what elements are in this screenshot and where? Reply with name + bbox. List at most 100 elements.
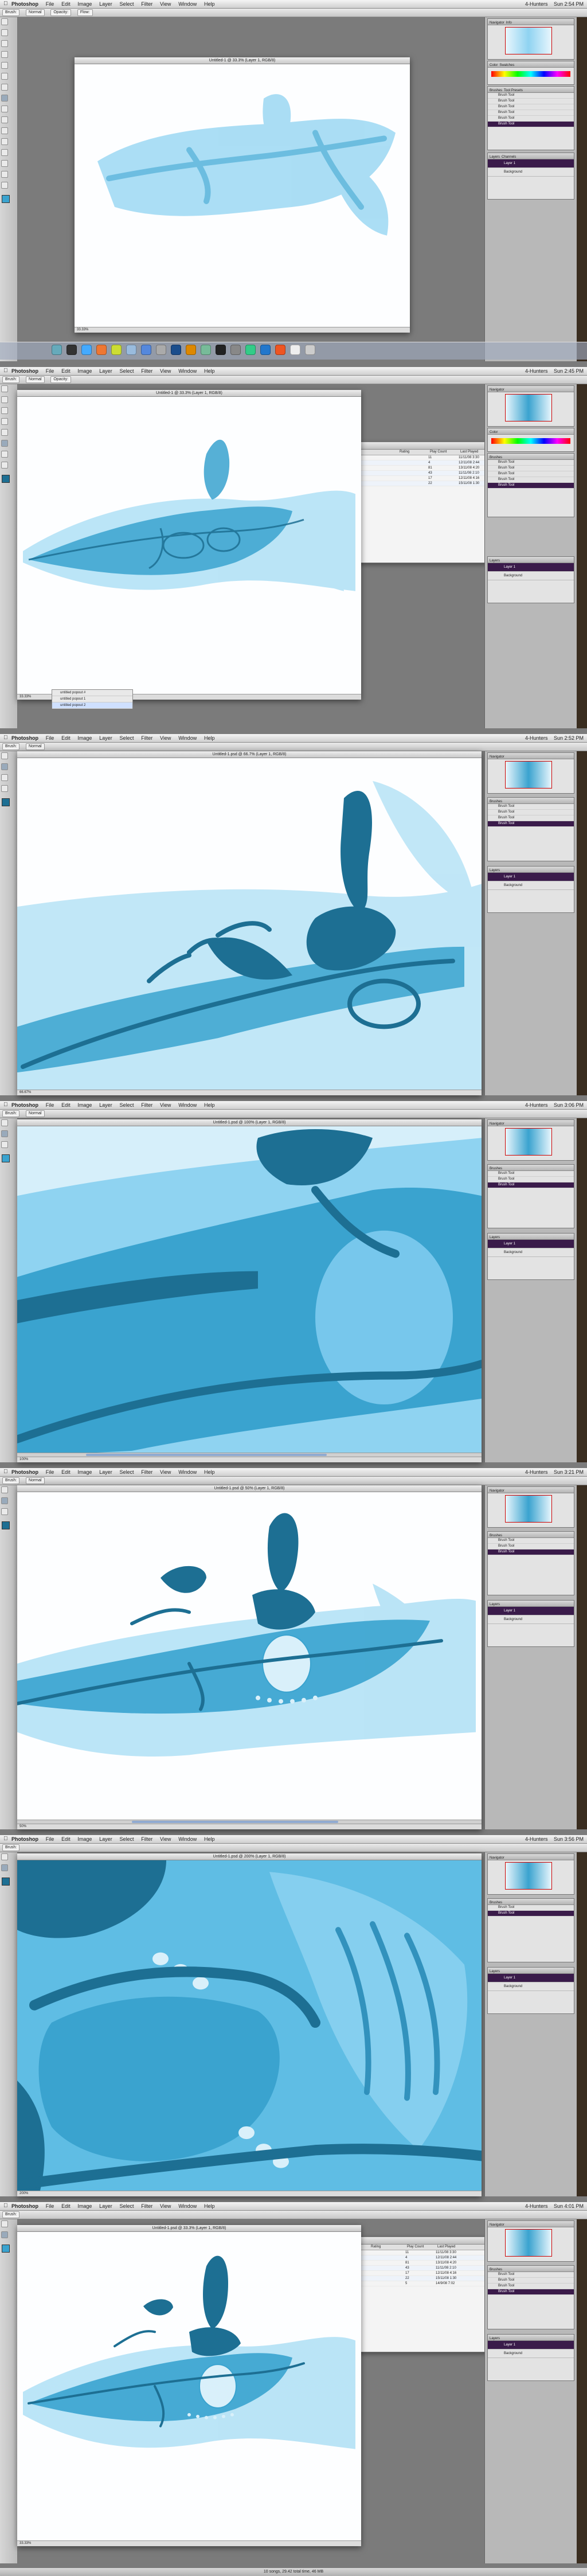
eraser-tool-icon[interactable]: [1, 1508, 8, 1515]
col-last-played[interactable]: Last Played: [436, 2245, 455, 2250]
tab-info[interactable]: Info: [506, 21, 512, 25]
menu-edit[interactable]: Edit: [61, 2203, 71, 2209]
painting-canvas[interactable]: [75, 64, 410, 327]
brush-preset[interactable]: Brush Tool: [488, 110, 574, 116]
menu-image[interactable]: Image: [77, 735, 92, 741]
mode-select[interactable]: Normal: [26, 743, 45, 750]
mode-select[interactable]: Normal: [26, 376, 45, 383]
brush-preset[interactable]: Brush Tool: [488, 2278, 574, 2284]
menu-filter[interactable]: Filter: [141, 735, 152, 741]
safari-icon[interactable]: [81, 345, 92, 355]
menu-filter[interactable]: Filter: [141, 368, 152, 374]
clock[interactable]: Sun 2:52 PM: [554, 735, 584, 741]
mode-select[interactable]: Normal: [26, 1477, 45, 1484]
slice-tool-icon[interactable]: [1, 73, 8, 80]
col-play-count[interactable]: Play Count: [428, 450, 459, 455]
menu-edit[interactable]: Edit: [61, 735, 71, 741]
type-tool-icon[interactable]: [1, 182, 8, 189]
tab-tool-presets[interactable]: Tool Presets: [504, 89, 523, 92]
brush-preset[interactable]: Brush Tool: [488, 477, 574, 483]
brush-preset[interactable]: Brush Tool: [488, 810, 574, 815]
menu-file[interactable]: File: [46, 735, 54, 741]
menu-file[interactable]: File: [46, 1, 54, 7]
tab-layers[interactable]: Layers: [490, 2337, 500, 2340]
horizontal-scrollbar[interactable]: [17, 1820, 482, 1824]
clock[interactable]: Sun 4:01 PM: [554, 2203, 584, 2209]
finder-icon[interactable]: [52, 345, 62, 355]
user-name[interactable]: 4-Hunters: [525, 735, 548, 741]
pen-tool-icon[interactable]: [1, 171, 8, 178]
tab-brushes[interactable]: Brushes: [490, 89, 502, 92]
heal-tool-icon[interactable]: [1, 84, 8, 91]
mode-select[interactable]: Normal: [26, 1110, 45, 1117]
menu-image[interactable]: Image: [77, 368, 92, 374]
navigator-thumbnail[interactable]: [505, 1862, 552, 1890]
menu-view[interactable]: View: [160, 1, 171, 7]
clock[interactable]: Sun 2:45 PM: [554, 368, 584, 374]
tab-brushes[interactable]: Brushes: [490, 1534, 502, 1537]
menu-image[interactable]: Image: [77, 1836, 92, 1842]
move-tool-icon[interactable]: [1, 18, 8, 25]
menu-app[interactable]: Photoshop: [11, 368, 38, 374]
brush-tool-icon[interactable]: [1, 763, 8, 770]
tab-brushes[interactable]: Brushes: [490, 456, 502, 459]
tab-swatches[interactable]: Swatches: [499, 64, 514, 67]
user-name[interactable]: 4-Hunters: [525, 368, 548, 374]
user-name[interactable]: 4-Hunters: [525, 1469, 548, 1475]
tab-navigator[interactable]: Navigator: [490, 21, 504, 25]
navigator-thumbnail[interactable]: [505, 394, 552, 421]
menu-view[interactable]: View: [160, 735, 171, 741]
brush-tool-icon[interactable]: [1, 1497, 8, 1504]
painting-canvas[interactable]: [17, 1492, 482, 1824]
brush-preset-selected[interactable]: Brush Tool: [488, 483, 574, 489]
tab-layers[interactable]: Layers: [490, 559, 500, 563]
brush-tool-icon[interactable]: [1, 95, 8, 102]
brush-preset[interactable]: Brush Tool: [488, 1177, 574, 1182]
tab-brushes[interactable]: Brushes: [490, 2268, 502, 2271]
preferences-icon[interactable]: [230, 345, 241, 355]
opacity-field[interactable]: Opacity:: [50, 376, 72, 383]
app-icon[interactable]: [245, 345, 256, 355]
layer-row[interactable]: Background: [488, 2349, 574, 2358]
menu-window[interactable]: Window: [178, 1836, 197, 1842]
eraser-tool-icon[interactable]: [1, 1141, 8, 1148]
menu-app[interactable]: Photoshop: [11, 2203, 38, 2209]
menu-app[interactable]: Photoshop: [11, 1, 38, 7]
menu-file[interactable]: File: [46, 368, 54, 374]
foreground-color-swatch[interactable]: [2, 1878, 10, 1886]
menu-edit[interactable]: Edit: [61, 1836, 71, 1842]
clock[interactable]: Sun 3:06 PM: [554, 1102, 584, 1108]
brush-preset[interactable]: Brush Tool: [488, 1171, 574, 1177]
layer-row[interactable]: Background: [488, 1615, 574, 1624]
move-tool-icon[interactable]: [1, 385, 8, 392]
layer-row[interactable]: Layer 1: [488, 1974, 574, 1982]
menu-select[interactable]: Select: [119, 735, 134, 741]
brush-tool-icon[interactable]: [1, 1130, 8, 1137]
menu-layer[interactable]: Layer: [99, 368, 112, 374]
layer-row[interactable]: Layer 1: [488, 1240, 574, 1248]
apple-menu-icon[interactable]: : [3, 1102, 8, 1108]
menu-image[interactable]: Image: [77, 1102, 92, 1108]
tab-layers[interactable]: Layers: [490, 869, 500, 872]
menu-file[interactable]: File: [46, 2203, 54, 2209]
menu-select[interactable]: Select: [119, 1, 134, 7]
menu-layer[interactable]: Layer: [99, 1836, 112, 1842]
layer-row[interactable]: Layer 1: [488, 563, 574, 572]
menu-view[interactable]: View: [160, 2203, 171, 2209]
menu-filter[interactable]: Filter: [141, 1102, 152, 1108]
brush-preset-picker[interactable]: Brush:: [2, 1110, 20, 1117]
eraser-tool-icon[interactable]: [1, 774, 8, 781]
menu-layer[interactable]: Layer: [99, 2203, 112, 2209]
foreground-color-swatch[interactable]: [2, 1154, 10, 1162]
tab-brushes[interactable]: Brushes: [490, 800, 502, 803]
brush-preset[interactable]: Brush Tool: [488, 804, 574, 810]
menu-help[interactable]: Help: [204, 1, 215, 7]
photoshop-icon[interactable]: [171, 345, 181, 355]
brush-preset-selected[interactable]: Brush Tool: [488, 1182, 574, 1188]
dodge-tool-icon[interactable]: [1, 160, 8, 167]
marquee-tool-icon[interactable]: [1, 396, 8, 403]
menu-help[interactable]: Help: [204, 1469, 215, 1475]
ichat-icon[interactable]: [111, 345, 122, 355]
firefox-icon[interactable]: [96, 345, 107, 355]
eraser-tool-icon[interactable]: [1, 451, 8, 458]
